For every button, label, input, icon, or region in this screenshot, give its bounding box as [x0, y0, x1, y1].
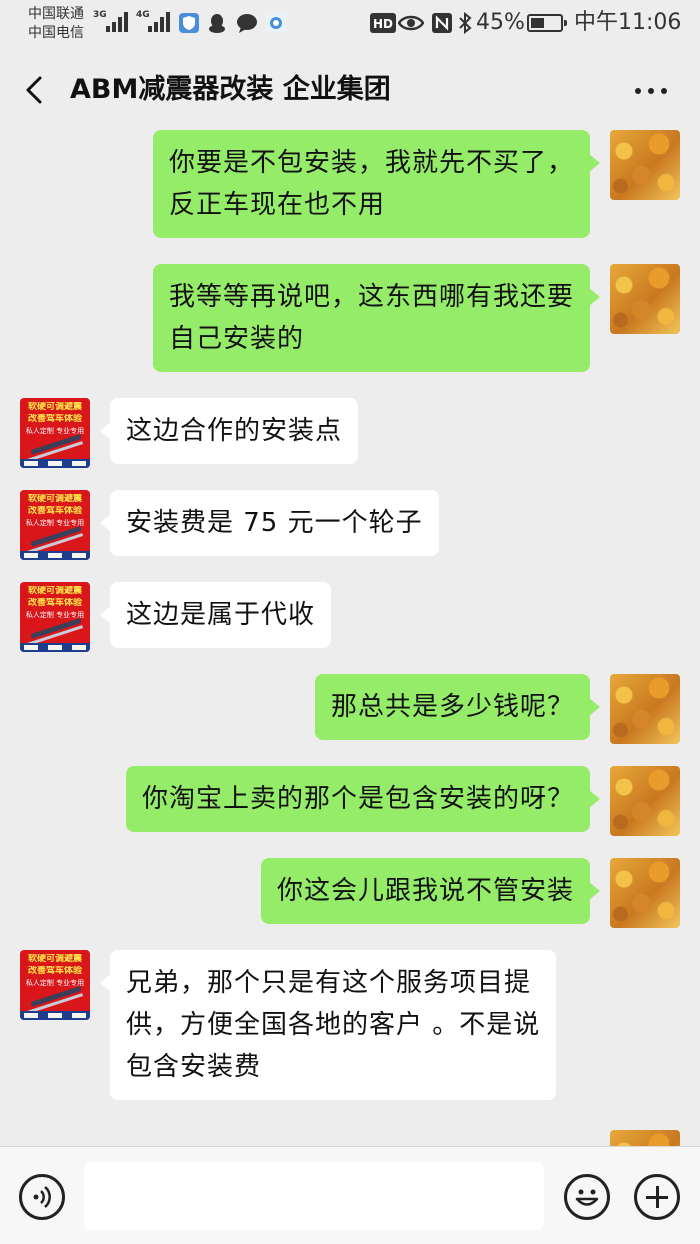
message-row: 你这会儿跟我说不管安装 — [0, 858, 700, 928]
message-row: 你淘宝上卖的那个是包含安装的呀？ — [0, 766, 700, 836]
carrier-2: 中国电信 — [28, 25, 84, 41]
received-message-bubble[interactable]: 这边合作的安装点 — [99, 398, 359, 464]
avatar-text: 改善驾车体验 — [27, 598, 82, 608]
carrier-1: 中国联通 — [28, 6, 84, 22]
my-avatar[interactable] — [610, 264, 680, 334]
dot-icon — [661, 88, 667, 94]
eye-icon — [398, 15, 424, 31]
dot-icon — [648, 88, 654, 94]
battery-icon — [527, 14, 567, 32]
avatar-text: 软硬可调避震 — [27, 494, 82, 504]
avatar-text: 软硬可调避震 — [27, 954, 82, 964]
nfc-icon — [432, 13, 452, 33]
my-avatar[interactable] — [610, 858, 680, 928]
hd-icon: HD — [370, 13, 396, 33]
contact-avatar[interactable]: 软硬可调避震 改善驾车体验 私人定制 专业专用 — [20, 398, 90, 468]
message-input[interactable] — [84, 1162, 544, 1230]
message-row: 软硬可调避震 改善驾车体验 私人定制 专业专用 安装费是 75 元一个轮子 — [0, 490, 700, 560]
status-bar: 中国联通 中国电信 3G 4G HD 45% 中午11:06 — [0, 0, 700, 48]
my-avatar[interactable] — [610, 130, 680, 200]
message-row — [0, 1130, 700, 1146]
my-avatar[interactable] — [610, 1130, 680, 1146]
camera-icon — [266, 13, 286, 33]
sent-message-bubble[interactable]: 你淘宝上卖的那个是包含安装的呀？ — [125, 766, 601, 832]
avatar-strip — [20, 643, 90, 652]
sent-message-bubble[interactable]: 你这会儿跟我说不管安装 — [260, 858, 601, 924]
smiley-icon — [575, 1189, 599, 1206]
input-bar — [0, 1146, 700, 1244]
message-row: 软硬可调避震 改善驾车体验 私人定制 专业专用 兄弟，那个只是有这个服务项目提 供，方… — [0, 950, 700, 1104]
shield-icon — [179, 13, 199, 33]
emoji-button[interactable] — [564, 1174, 610, 1220]
message-row: 那总共是多少钱呢？ — [0, 674, 700, 744]
avatar-text: 改善驾车体验 — [27, 966, 82, 976]
message-row: 软硬可调避震 改善驾车体验 私人定制 专业专用 这边是属于代收 — [0, 582, 700, 652]
message-row: 我等等再说吧，这东西哪有我还要 自己安装的 — [0, 264, 700, 376]
sent-message-bubble[interactable]: 你要是不包安装，我就先不买了， 反正车现在也不用 — [152, 130, 601, 238]
chevron-left-icon — [26, 76, 42, 104]
avatar-text: 软硬可调避震 — [27, 402, 82, 412]
message-list[interactable]: 你要是不包安装，我就先不买了， 反正车现在也不用 我等等再说吧，这东西哪有我还要 … — [0, 130, 700, 1146]
voice-icon — [33, 1186, 51, 1208]
carrier-labels: 中国联通 中国电信 — [28, 5, 84, 43]
my-avatar[interactable] — [610, 674, 680, 744]
contact-avatar[interactable]: 软硬可调避震 改善驾车体验 私人定制 专业专用 — [20, 950, 90, 1020]
bluetooth-icon — [459, 12, 472, 34]
message-row: 软硬可调避震 改善驾车体验 私人定制 专业专用 这边合作的安装点 — [0, 398, 700, 468]
received-message-bubble[interactable]: 这边是属于代收 — [99, 582, 332, 648]
nav-bar: ABM减震器改装 企业集团 — [0, 48, 700, 130]
svg-text:HD: HD — [373, 17, 393, 31]
avatar-strip — [20, 1011, 90, 1020]
clock: 中午11:06 — [574, 10, 682, 35]
dot-icon — [635, 88, 641, 94]
avatar-text: 改善驾车体验 — [27, 506, 82, 516]
signal-bars-2-icon — [148, 12, 172, 32]
contact-avatar[interactable]: 软硬可调避震 改善驾车体验 私人定制 专业专用 — [20, 490, 90, 560]
more-options-button[interactable] — [628, 70, 674, 110]
received-message-bubble[interactable]: 安装费是 75 元一个轮子 — [100, 490, 439, 556]
chat-bubble-icon — [237, 14, 257, 33]
more-functions-button[interactable] — [634, 1174, 680, 1220]
back-button[interactable] — [18, 70, 54, 110]
battery-percent: 45% — [476, 10, 525, 35]
network-type-1: 3G — [93, 10, 107, 20]
contact-avatar[interactable]: 软硬可调避震 改善驾车体验 私人定制 专业专用 — [20, 582, 90, 652]
my-avatar[interactable] — [610, 766, 680, 836]
chat-title: ABM减震器改装 企业集团 — [70, 74, 391, 105]
sent-message-bubble[interactable]: 那总共是多少钱呢？ — [314, 674, 601, 740]
avatar-text: 软硬可调避震 — [27, 586, 82, 596]
avatar-text: 改善驾车体验 — [27, 414, 82, 424]
sent-message-bubble[interactable]: 我等等再说吧，这东西哪有我还要 自己安装的 — [152, 264, 601, 372]
message-row: 你要是不包安装，我就先不买了， 反正车现在也不用 — [0, 130, 700, 242]
battery-fill — [531, 18, 544, 28]
avatar-strip — [20, 551, 90, 560]
avatar-strip — [20, 459, 90, 468]
qq-icon — [209, 14, 225, 33]
voice-input-button[interactable] — [19, 1174, 65, 1220]
signal-bars-1-icon — [106, 12, 130, 32]
received-message-bubble[interactable]: 兄弟，那个只是有这个服务项目提 供，方便全国各地的客户 。不是说 包含安装费 — [99, 950, 557, 1100]
